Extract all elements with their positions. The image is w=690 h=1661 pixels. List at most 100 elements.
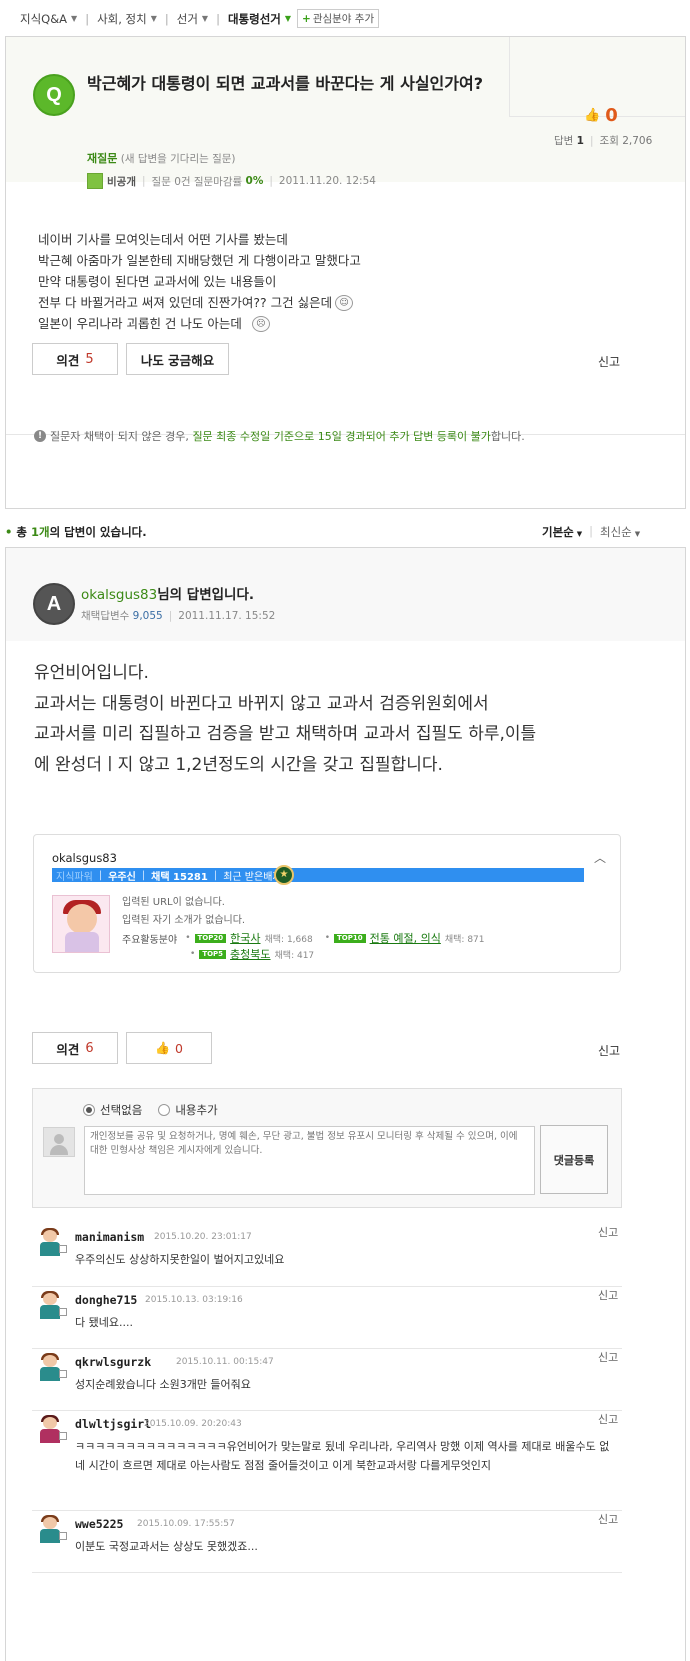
question-line: 전부 다 바뀔거라고 써져 있던데 진짠가여?? 그건 싫은데 ☺ <box>38 292 361 313</box>
thumbs-up-icon: 👍 <box>584 108 601 123</box>
breadcrumb-divider: | <box>164 11 169 26</box>
field-link[interactable]: 한국사 <box>230 930 260 946</box>
comment-time: 2015.10.09. 17:55:57 <box>137 1519 235 1529</box>
radio-none[interactable] <box>83 1104 95 1116</box>
sort-default-button[interactable]: 기본순 ▼ <box>542 524 582 540</box>
question-title: 박근혜가 대통령이 되면 교과서를 바꾼다는 게 사실인가여? <box>87 74 483 93</box>
comment-text: ㅋㅋㅋㅋㅋㅋㅋㅋㅋㅋㅋㅋㅋㅋㅋ유언비어가 맞는말로 됬네 우리나라, 우리역사 … <box>75 1440 610 1472</box>
avatar[interactable] <box>35 1228 67 1256</box>
question-report-link[interactable]: 신고 <box>598 353 620 370</box>
comment-username[interactable]: manimanism <box>75 1230 144 1244</box>
chevron-down-icon: ▼ <box>284 14 292 23</box>
answer-report-link[interactable]: 신고 <box>598 1042 620 1059</box>
comment-text: 성지순례왔습니다 소원3개만 들어줘요 <box>75 1378 251 1391</box>
breadcrumb-item-society[interactable]: 사회, 정치 ▼ <box>97 11 157 27</box>
answer-line: 유언비어입니다. <box>34 663 149 683</box>
plus-icon: + <box>302 13 311 25</box>
collapse-icon[interactable]: ︿ <box>594 849 606 866</box>
comment-time: 2015.10.11. 00:15:47 <box>176 1357 274 1367</box>
answer-author: okalsgus83님의 답변입니다. <box>81 587 255 603</box>
question-meta: 비공개 | 질문 0건 질문마감률 0% | 2011.11.20. 12:54 <box>87 173 376 189</box>
me-too-curious-button[interactable]: 나도 궁금해요 <box>126 343 229 375</box>
answer-line: 교과서를 미리 집필하고 검증을 받고 채택하며 교과서 집필도 하루,이틀 <box>34 724 537 744</box>
comment-text: 다 됐네요.... <box>75 1316 133 1329</box>
breadcrumb-item-election[interactable]: 선거 ▼ <box>177 11 208 27</box>
avatar[interactable] <box>35 1415 67 1443</box>
answer-opinion-button[interactable]: 의견 6 <box>32 1032 118 1064</box>
chevron-down-icon: ▼ <box>201 14 209 23</box>
question-opinion-button[interactable]: 의견 5 <box>32 343 118 375</box>
avatar[interactable] <box>35 1291 67 1319</box>
comment-report-link[interactable]: 신고 <box>598 1411 618 1427</box>
comment-username[interactable]: wwe5225 <box>75 1517 123 1531</box>
comment-form: 선택없음 내용추가 댓글등록 <box>32 1088 622 1208</box>
add-interest-button[interactable]: + 관심분야 추가 <box>297 9 380 28</box>
profile-fields: 주요활동분야 • TOP20 한국사 채택: 1,668 • TOP10 전통 예절… <box>122 930 485 962</box>
profile-url: 입력된 URL이 없습니다. <box>122 897 225 908</box>
comment-text: 우주의신도 상상하지못한일이 벌어지고있네요 <box>75 1253 285 1266</box>
comment-input[interactable] <box>84 1126 535 1195</box>
field-link[interactable]: 충청북도 <box>230 946 270 962</box>
info-icon: ! <box>34 430 46 442</box>
requestion-label: 재질문 (새 답변을 기다리는 질문) <box>87 152 236 165</box>
question-panel: Q 박근혜가 대통령이 되면 교과서를 바꾼다는 게 사실인가여? 재질문 (새… <box>5 36 686 509</box>
breadcrumb-item-presidential[interactable]: 대통령선거 ▼ <box>228 11 291 27</box>
profile-intro: 입력된 자기 소개가 없습니다. <box>122 915 246 926</box>
avatar[interactable] <box>35 1353 67 1381</box>
answer-count: • 총 1개의 답변이 있습니다. <box>5 525 147 539</box>
comment-text: 이분도 국정교과서는 상상도 못했겠죠... <box>75 1540 258 1553</box>
comment-report-link[interactable]: 신고 <box>598 1224 618 1240</box>
emoticon-icon: ☹ <box>251 315 270 332</box>
answer-like-button[interactable]: 👍 0 <box>126 1032 212 1064</box>
rank-tag: TOP10 <box>334 933 366 943</box>
answer-line: 에 완성더ㅣ지 않고 1,2년정도의 시간을 갖고 집필합니다. <box>34 754 443 775</box>
comment-report-link[interactable]: 신고 <box>598 1287 618 1303</box>
answer-username-link[interactable]: okalsgus83 <box>81 587 157 603</box>
question-body: 네이버 기사를 모여잇는데서 어떤 기사를 봤는데 박근혜 아줌마가 일본한테 … <box>38 229 361 334</box>
breadcrumb-item-qa[interactable]: 지식Q&A ▼ <box>20 11 77 27</box>
profile-icon <box>87 173 103 189</box>
question-like-button[interactable]: 👍 0 <box>584 105 618 126</box>
answer-line: 교과서는 대통령이 바뀐다고 바뀌지 않고 교과서 검증위원회에서 <box>34 693 489 714</box>
field-link[interactable]: 전통 예절, 의식 <box>370 930 441 946</box>
answer-closed-notice: ! 질문자 채택이 되지 않은 경우, 질문 최종 수정일 기준으로 15일 경… <box>34 428 525 444</box>
breadcrumb: 지식Q&A ▼ | 사회, 정치 ▼ | 선거 ▼ | 대통령선거 ▼ + 관심분야 추가 <box>20 9 380 28</box>
question-line: 만약 대통령이 된다면 교과서에 있는 내용들이 <box>38 274 277 289</box>
comment-username[interactable]: dlwltjsgirl <box>75 1417 151 1431</box>
comment-item: qkrwlsgurzk 2015.10.11. 00:15:47 신고 성지순례… <box>32 1349 622 1411</box>
answer-body: 유언비어입니다. 교과서는 대통령이 바뀐다고 바뀌지 않고 교과서 검증위원회… <box>34 658 654 780</box>
avatar[interactable] <box>52 895 110 953</box>
comment-time: 2015.10.13. 03:19:16 <box>145 1295 243 1305</box>
breadcrumb-divider: | <box>216 11 220 26</box>
thumbs-up-icon: 👍 <box>155 1041 170 1055</box>
rank-tag: TOP20 <box>194 933 227 943</box>
comment-username[interactable]: qkrwlsgurzk <box>75 1355 151 1369</box>
answer-badge: A <box>33 583 75 625</box>
breadcrumb-divider: | <box>85 11 90 26</box>
sort-recent-button[interactable]: 최신순 ▼ <box>600 524 640 540</box>
question-stats: 답변 1 | 조회 2,706 <box>554 135 653 147</box>
comment-report-link[interactable]: 신고 <box>598 1511 618 1527</box>
comment-item: manimanism 2015.10.20. 23:01:17 신고 우주의신도… <box>32 1224 622 1287</box>
default-avatar-icon <box>43 1127 75 1157</box>
chevron-down-icon: ▼ <box>150 14 157 23</box>
profile-level-bar: 지식파워 | 우주신 | 채택 15281 | 최근 받은배지 <box>52 868 584 883</box>
profile-user-id[interactable]: okalsgus83 <box>52 851 117 865</box>
answer-panel: A okalsgus83님의 답변입니다. 채택답변수 9,055 | 2011.1… <box>5 547 686 1661</box>
comment-item: donghe715 2015.10.13. 03:19:16 신고 다 됐네요.… <box>32 1287 622 1349</box>
comment-submit-button[interactable]: 댓글등록 <box>540 1125 608 1194</box>
chevron-down-icon: ▼ <box>71 14 78 23</box>
question-date: 2011.11.20. 12:54 <box>278 175 376 187</box>
question-line: 박근혜 아줌마가 일본한테 지배당했던 게 다행이라고 말했다고 <box>38 253 361 268</box>
comment-time: 2015.10.09. 20:20:43 <box>144 1419 242 1429</box>
comment-username[interactable]: donghe715 <box>75 1293 137 1307</box>
comment-report-link[interactable]: 신고 <box>598 1349 618 1365</box>
sort-options: 기본순 ▼ | 최신순 ▼ <box>542 524 641 540</box>
comment-type-options: 선택없음 내용추가 <box>83 1102 218 1118</box>
badge-medal-icon[interactable]: ★ <box>274 865 294 885</box>
avatar[interactable] <box>35 1515 67 1543</box>
comment-time: 2015.10.20. 23:01:17 <box>154 1232 252 1242</box>
radio-add-content[interactable] <box>158 1104 171 1116</box>
question-stat: 질문 0건 질문마감률 <box>151 175 243 188</box>
comment-item: wwe5225 2015.10.09. 17:55:57 신고 이분도 국정교과… <box>32 1511 622 1573</box>
